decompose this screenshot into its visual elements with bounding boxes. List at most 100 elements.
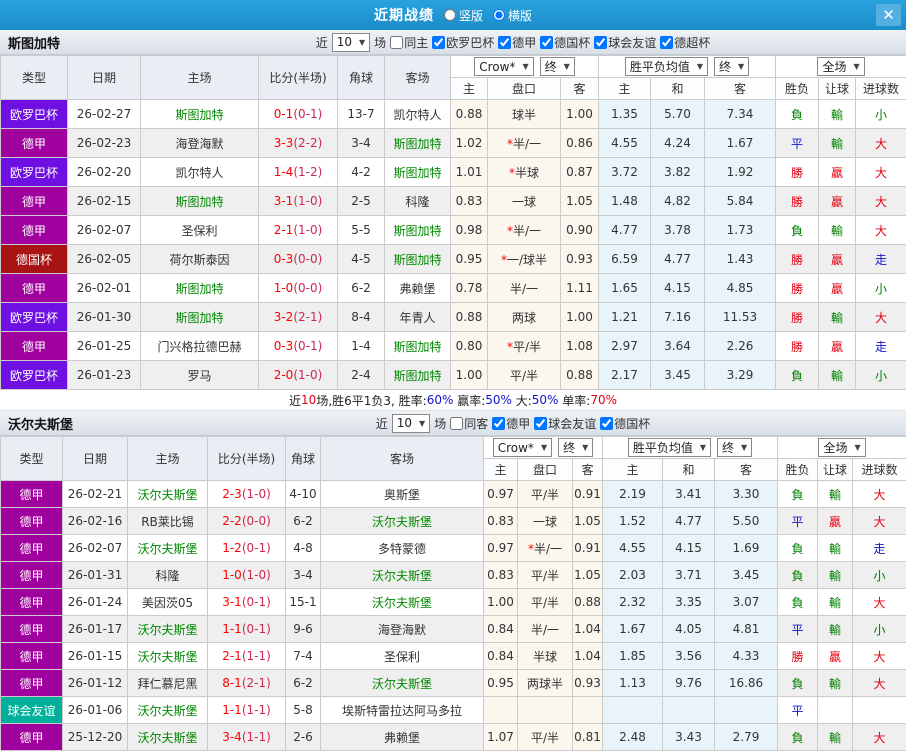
col-header-type: 类型 xyxy=(0,55,68,100)
league-type-badge: 德甲 xyxy=(0,588,63,616)
league-checkbox[interactable]: 德甲 xyxy=(492,415,530,432)
halftime-score: (2-1) xyxy=(293,310,323,324)
match-row: 德甲 26-01-24 美因茨05 3-1(0-1) 15-1 沃尔夫斯堡 1.00 平/半 0… xyxy=(0,588,906,616)
avg-draw-value: 3.35 xyxy=(662,588,715,616)
chevron-down-icon: ▼ xyxy=(359,37,366,47)
same-venue-checkbox-input[interactable] xyxy=(390,35,404,49)
avg-odds-select[interactable]: 胜平负均值 ▼ xyxy=(624,57,709,76)
league-checkbox-input[interactable] xyxy=(534,416,548,430)
final-select[interactable]: 终 ▼ xyxy=(714,57,750,76)
home-team: 沃尔夫斯堡 xyxy=(127,615,208,643)
home-team: 拜仁慕尼黑 xyxy=(127,669,208,697)
avg-odds-select-value: 胜平负均值 xyxy=(632,441,693,455)
league-checkbox[interactable]: 欧罗巴杯 xyxy=(432,34,494,51)
table-head: 类型 日期 主场 比分(半场) 角球 客场 Crow* ▼ 终 ▼ 胜平负均值 ▼ 终 ▼ 全场 ▼ 主盘口客主… xyxy=(0,55,906,100)
league-checkbox[interactable]: 德国杯 xyxy=(600,415,650,432)
result-goals-value: 小 xyxy=(855,360,906,390)
avg-away-value: 1.69 xyxy=(713,534,779,562)
match-date: 26-02-15 xyxy=(67,186,141,216)
horizontal-radio-input[interactable] xyxy=(493,9,505,21)
league-checkbox[interactable]: 球会友谊 xyxy=(594,34,656,51)
result-wdl-value: 勝 xyxy=(777,642,819,670)
match-date: 26-02-07 xyxy=(67,215,141,245)
corner-score: 4-8 xyxy=(285,534,321,562)
league-checkbox[interactable]: 德超杯 xyxy=(660,34,710,51)
league-type-badge: 欧罗巴杯 xyxy=(0,302,68,332)
avg-home-value: 4.77 xyxy=(598,215,651,245)
same-venue-checkbox[interactable]: 同主 xyxy=(390,34,428,51)
home-team: 科隆 xyxy=(127,561,208,589)
odds-away-value: 0.93 xyxy=(560,244,599,274)
summary-segment: 50% xyxy=(485,393,512,407)
fulltime-score: 3-1 xyxy=(273,194,294,208)
horizontal-radio-label: 横版 xyxy=(508,8,533,23)
league-checkbox-input[interactable] xyxy=(498,35,512,49)
result-group-selects: 全场 ▼ xyxy=(779,438,905,457)
games-label: 场 xyxy=(374,35,387,50)
final-select[interactable]: 终 ▼ xyxy=(539,57,575,76)
league-checkbox-input[interactable] xyxy=(492,416,506,430)
odds-away-value: 1.05 xyxy=(572,507,603,535)
league-checkbox[interactable]: 德国杯 xyxy=(540,34,590,51)
odds-home-value: 0.88 xyxy=(450,99,488,129)
vertical-radio-input[interactable] xyxy=(443,9,456,21)
close-icon[interactable]: ✕ xyxy=(876,4,901,26)
handicap-text: 平/半 xyxy=(530,595,560,610)
match-score: 1-0(0-0) xyxy=(258,273,338,303)
corner-score: 5-5 xyxy=(337,215,385,245)
away-team: 斯图加特 xyxy=(384,128,451,158)
match-row: 德甲 26-01-31 科隆 1-0(1-0) 3-4 沃尔夫斯堡 0.83 平/半 1.05 2… xyxy=(0,561,906,589)
league-checkbox-input[interactable] xyxy=(594,35,608,49)
avg-odds-select[interactable]: 胜平负均值 ▼ xyxy=(627,438,712,457)
odds-away-value: 1.04 xyxy=(572,642,603,670)
avg-draw-value: 3.43 xyxy=(662,723,715,751)
fulltime-score: 2-1 xyxy=(222,649,242,663)
chevron-down-icon: ▼ xyxy=(699,443,707,452)
fullmatch-select[interactable]: 全场 ▼ xyxy=(818,438,866,457)
layout-option-horizontal[interactable]: 横版 xyxy=(493,7,532,24)
result-goals-value: 大 xyxy=(852,723,906,751)
odds-handicap-value: 一球 xyxy=(517,507,573,535)
match-row: 德甲 26-02-07 圣保利 2-1(1-0) 5-5 斯图加特 0.98 *半/一 0.90… xyxy=(0,215,906,245)
league-checkbox-input[interactable] xyxy=(432,35,446,49)
odds-home-value: 0.80 xyxy=(450,331,488,361)
chevron-down-icon: ▼ xyxy=(419,418,426,428)
match-date: 26-01-25 xyxy=(67,331,141,361)
final-select[interactable]: 终 ▼ xyxy=(717,438,753,457)
result-wdl-value: 負 xyxy=(775,215,820,245)
league-checkbox-input[interactable] xyxy=(660,35,674,49)
league-checkbox-input[interactable] xyxy=(600,416,614,430)
handicap-text: 平/半 xyxy=(512,339,542,354)
league-checkbox[interactable]: 德甲 xyxy=(498,34,536,51)
league-checkbox-input[interactable] xyxy=(540,35,554,49)
fullmatch-select[interactable]: 全场 ▼ xyxy=(817,57,865,76)
recent-count-select[interactable]: 10 ▼ xyxy=(331,32,371,52)
result-goals-value: 小 xyxy=(855,273,906,303)
match-score: 1-1(0-1) xyxy=(207,615,286,643)
avg-draw-value: 9.76 xyxy=(662,669,715,697)
home-team: 斯图加特 xyxy=(140,302,259,332)
bookmaker-select[interactable]: Crow* ▼ xyxy=(474,57,534,76)
league-type-badge: 欧罗巴杯 xyxy=(0,360,68,390)
avg-draw-value: 3.41 xyxy=(662,480,715,508)
halftime-score: (1-0) xyxy=(241,487,271,501)
result-goals-value: 大 xyxy=(855,157,906,187)
same-venue-checkbox[interactable]: 同客 xyxy=(450,415,488,432)
match-date: 26-01-15 xyxy=(62,642,128,670)
same-venue-checkbox-input[interactable] xyxy=(450,416,464,430)
col-header-odds-home: 主 xyxy=(450,77,488,100)
layout-option-vertical[interactable]: 竖版 xyxy=(443,7,483,24)
bookmaker-select[interactable]: Crow* ▼ xyxy=(492,438,553,457)
match-row: 德甲 26-02-15 斯图加特 3-1(1-0) 2-5 科隆 0.83 一球 1.05 1.4… xyxy=(0,186,906,216)
fulltime-score: 0-3 xyxy=(273,252,294,266)
match-date: 26-01-23 xyxy=(67,360,141,390)
final-select[interactable]: 终 ▼ xyxy=(558,438,594,457)
team-section: 沃尔夫斯堡近 10 ▼ 场同客 德甲 球会友谊 德国杯 类型 日期 主场 比分(半场) 角球 客场 Cro… xyxy=(0,411,906,751)
result-goals-value: 走 xyxy=(852,534,906,562)
recent-count-select[interactable]: 10 ▼ xyxy=(391,413,431,433)
fulltime-score: 1-1 xyxy=(222,622,242,636)
odds-home-value: 0.84 xyxy=(483,642,518,670)
col-header-odds-away: 客 xyxy=(560,77,599,100)
league-checkbox[interactable]: 球会友谊 xyxy=(534,415,596,432)
corner-score: 6-2 xyxy=(285,507,321,535)
